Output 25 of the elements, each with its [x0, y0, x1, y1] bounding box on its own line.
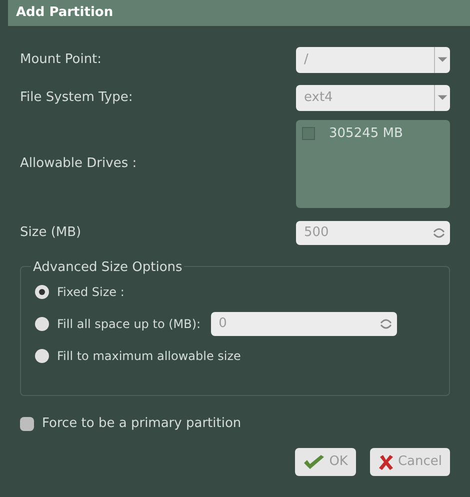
checkbox[interactable] — [20, 416, 34, 431]
dropdown-arrow-icon — [434, 47, 450, 73]
checkbox-label[interactable]: Force to be a primary partition — [42, 414, 242, 434]
dropdown-arrow-icon — [434, 85, 450, 111]
checkbox[interactable] — [302, 127, 315, 140]
ok-button[interactable]: OK — [295, 448, 356, 476]
radio-label[interactable]: Fixed Size : — [57, 283, 124, 301]
fill-size-spinbox[interactable]: 0 — [210, 312, 397, 336]
radio-button[interactable] — [35, 317, 49, 331]
checkmark-icon — [303, 454, 326, 470]
radio-label[interactable]: Fill all space up to (MB): — [57, 315, 201, 333]
cross-icon — [378, 454, 394, 470]
cancel-button[interactable]: Cancel — [370, 448, 450, 476]
radio-button[interactable] — [35, 349, 49, 363]
size-spinbox[interactable]: 500 — [296, 221, 450, 245]
radio-button[interactable] — [35, 285, 49, 299]
window-title: Add Partition — [16, 4, 114, 22]
field-label: Allowable Drives : — [20, 155, 137, 174]
radio-label[interactable]: Fill to maximum allowable size — [57, 347, 241, 365]
mount-point-dropdown[interactable]: / — [296, 47, 450, 73]
field-label: File System Type: — [20, 89, 133, 108]
field-label: Size (MB) — [20, 224, 82, 242]
file-system-dropdown[interactable]: ext4 — [296, 85, 450, 111]
drive-size-label[interactable]: 305245 MB — [329, 124, 403, 144]
field-label: Mount Point: — [20, 51, 102, 70]
